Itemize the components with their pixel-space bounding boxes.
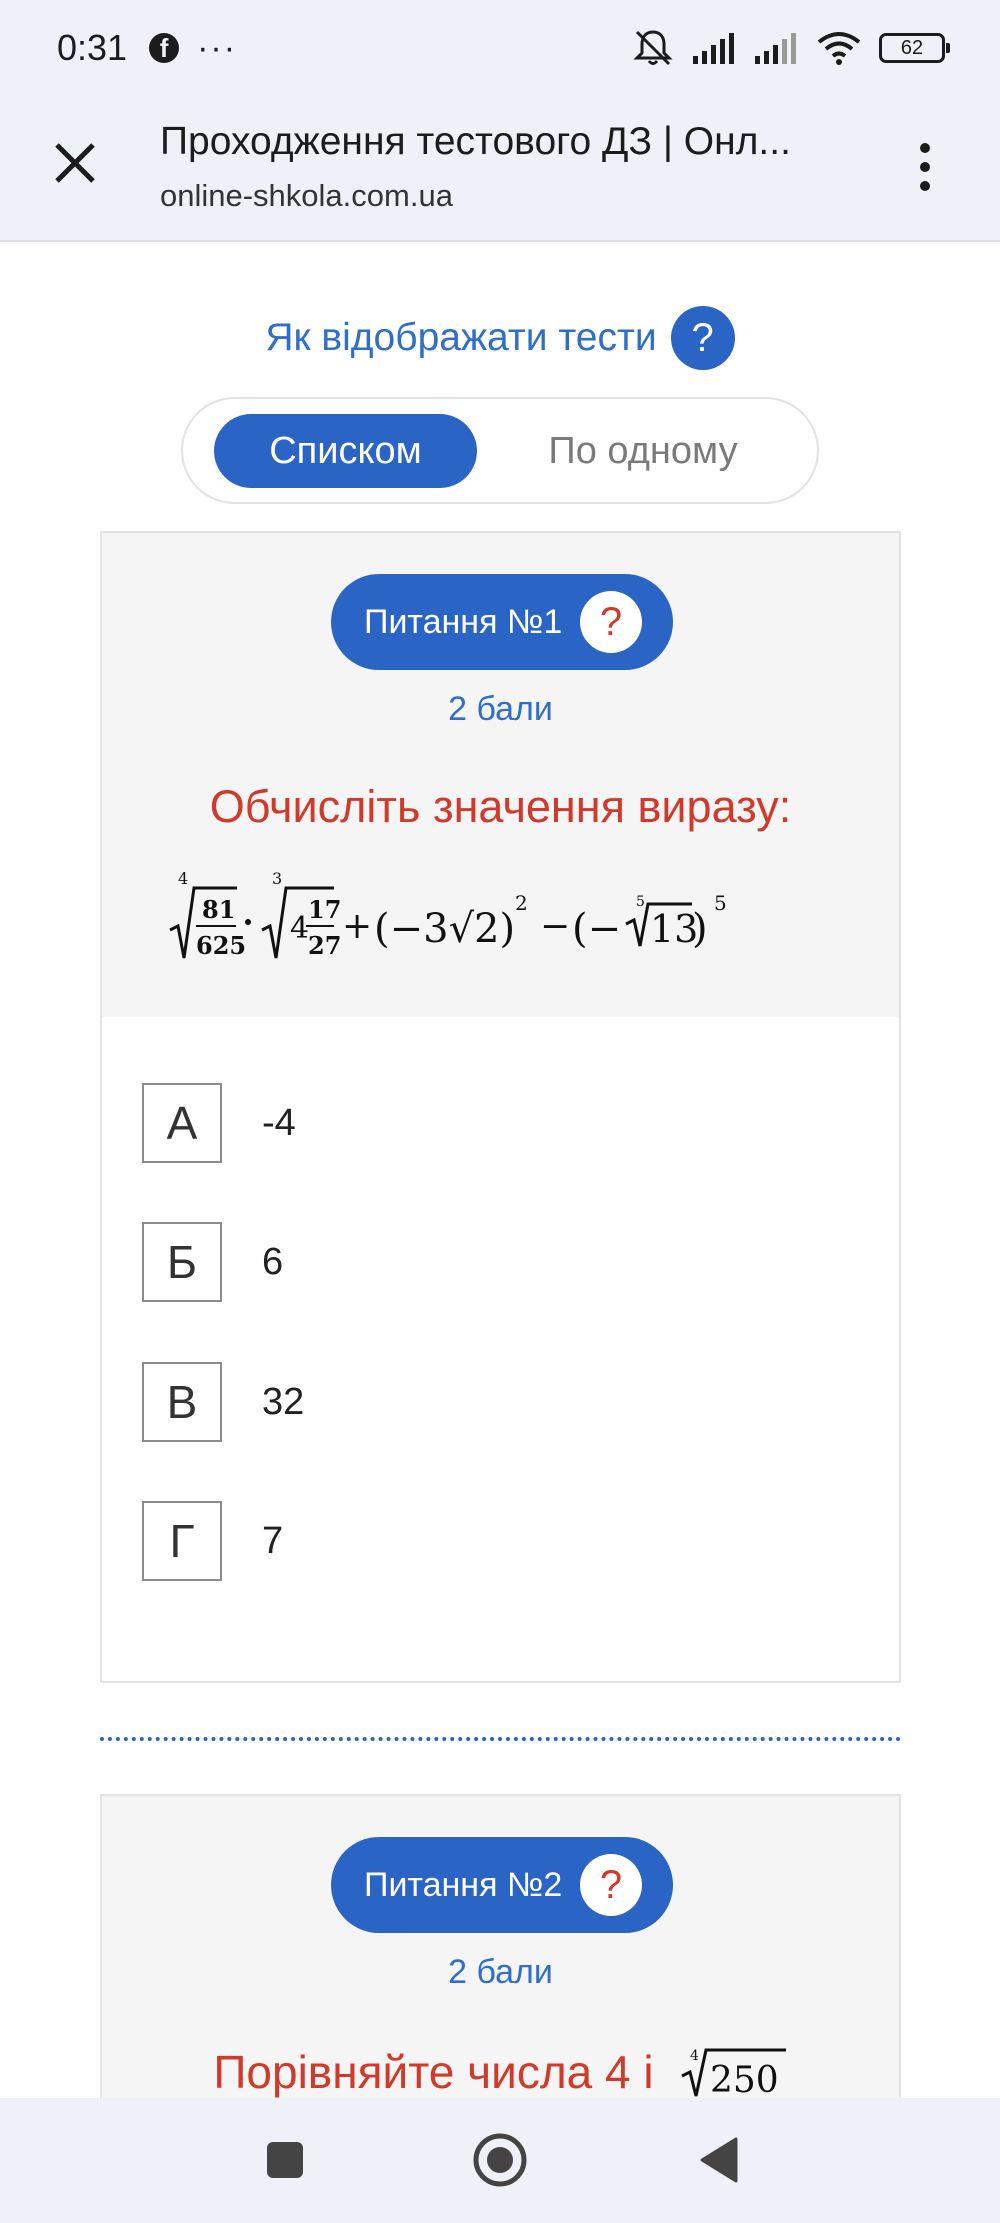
question-badge: Питання №1 ? <box>331 574 673 670</box>
question-header: Питання №1 ? 2 бали Обчисліть значення в… <box>102 533 899 1017</box>
answer-letter[interactable]: Б <box>142 1222 222 1302</box>
recents-button[interactable] <box>255 2130 315 2190</box>
page-title: Проходження тестового ДЗ | Онл... <box>160 120 791 163</box>
help-icon[interactable]: ? <box>670 306 735 370</box>
browser-header: Проходження тестового ДЗ | Онл... online… <box>0 96 1000 242</box>
close-button[interactable] <box>40 128 110 198</box>
question-number: Питання №1 <box>364 602 563 641</box>
answer-option[interactable]: В 32 <box>142 1362 842 1442</box>
svg-text:(−: (− <box>572 906 621 952</box>
radical-expression: 4 250 <box>680 2048 786 2101</box>
question-points: 2 бали <box>448 1953 553 1991</box>
formula-denominator: 625 <box>196 931 246 960</box>
battery-level: 62 <box>900 36 924 59</box>
question-help-icon[interactable]: ? <box>580 591 642 653</box>
display-mode-toggle: Списком По одному <box>181 397 819 504</box>
close-icon <box>55 143 95 183</box>
question-points: 2 бали <box>448 690 553 728</box>
radical-index: 4 <box>690 2048 699 2064</box>
formula-index: 4 <box>178 869 188 888</box>
home-button[interactable] <box>470 2130 530 2190</box>
math-formula: 4 81 625 3 4 17 27 + (−3√2) 2 − (− 5 13 <box>169 869 727 960</box>
question-card-1: Питання №1 ? 2 бали Обчисліть значення в… <box>100 531 901 1683</box>
wifi-icon <box>817 32 861 65</box>
menu-dot-icon <box>920 143 930 153</box>
square-icon <box>267 2142 303 2178</box>
answer-value: 32 <box>262 1380 305 1423</box>
display-mode-heading: Як відображати тести ? <box>0 306 1000 370</box>
formula-exponent: 5 <box>714 891 727 915</box>
answer-value: 7 <box>262 1519 284 1562</box>
radicand: 250 <box>710 2060 779 2101</box>
status-time: 0:31 <box>57 27 128 68</box>
question-text: Порівняйте числа 4 і 4 250 <box>102 2042 899 2102</box>
question-separator <box>100 1737 901 1741</box>
facebook-icon: f <box>149 33 180 63</box>
formula-index: 3 <box>272 869 282 888</box>
svg-text:+: + <box>342 906 372 947</box>
formula-term: (−3√2) <box>374 906 515 952</box>
signal-icon-2 <box>755 33 796 64</box>
answer-letter[interactable]: В <box>142 1362 222 1442</box>
mode-one-by-one-button[interactable]: По одному <box>513 414 773 488</box>
battery-icon: 62 <box>879 33 950 63</box>
more-notifications-icon: ··· <box>197 28 238 67</box>
answer-letter[interactable]: Г <box>142 1501 222 1581</box>
home-circle-icon <box>473 2133 527 2187</box>
question-text-label: Порівняйте числа 4 і <box>213 2046 654 2098</box>
question-help-icon[interactable]: ? <box>580 1854 642 1916</box>
answer-option[interactable]: Б 6 <box>142 1222 842 1302</box>
page-url[interactable]: online-shkola.com.ua <box>160 178 453 214</box>
answer-letter[interactable]: А <box>142 1083 222 1163</box>
menu-dot-icon <box>920 181 930 191</box>
display-mode-label: Як відображати тести <box>265 316 657 359</box>
question-number: Питання №2 <box>364 1865 563 1904</box>
back-button[interactable] <box>690 2130 750 2190</box>
signal-icon <box>693 33 734 64</box>
status-bar: 0:31 f ··· 62 <box>0 0 1000 96</box>
formula-index: 5 <box>636 894 645 910</box>
formula-denominator: 27 <box>308 931 341 960</box>
formula-numerator: 17 <box>308 895 341 924</box>
answer-value: 6 <box>262 1240 284 1283</box>
more-options-button[interactable] <box>900 132 950 202</box>
formula-whole: 4 <box>290 911 309 946</box>
question-text: Обчисліть значення виразу: <box>209 781 792 832</box>
answer-value: -4 <box>262 1101 296 1144</box>
svg-text:): ) <box>692 906 708 952</box>
system-nav-bar <box>0 2098 1000 2223</box>
answer-option[interactable]: А -4 <box>142 1083 842 1163</box>
formula-numerator: 81 <box>202 895 235 924</box>
menu-dot-icon <box>920 162 930 172</box>
question-badge: Питання №2 ? <box>331 1837 673 1933</box>
formula-exponent: 2 <box>515 891 528 915</box>
svg-text:−: − <box>540 906 570 947</box>
mode-list-button[interactable]: Списком <box>214 414 477 488</box>
back-triangle-icon <box>700 2137 738 2183</box>
bell-muted-icon <box>633 30 673 66</box>
answer-option[interactable]: Г 7 <box>142 1501 842 1581</box>
